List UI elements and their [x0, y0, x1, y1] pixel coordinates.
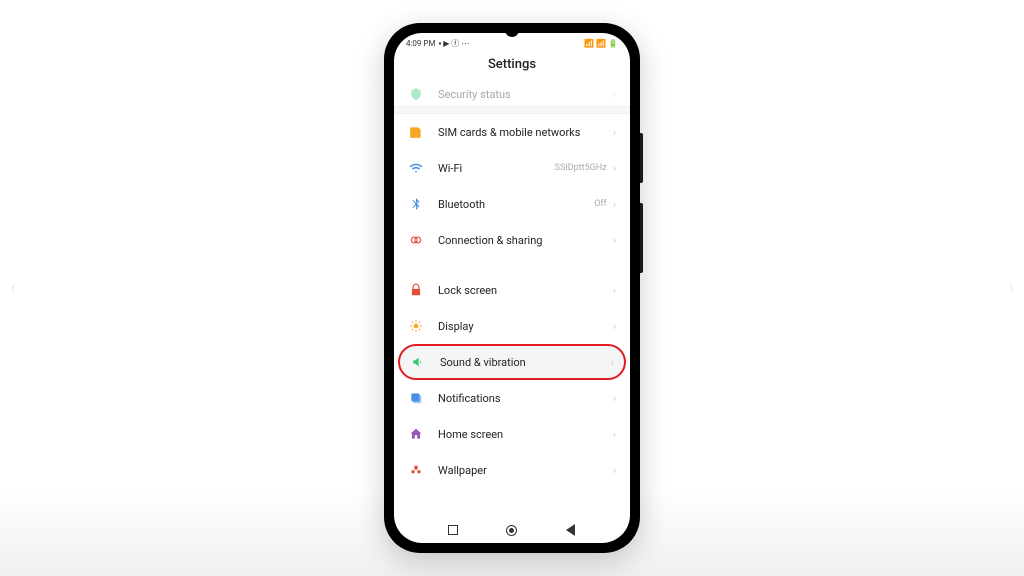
chevron-right-icon: › — [613, 234, 616, 247]
wifi-icon — [408, 160, 424, 176]
android-nav-bar — [394, 515, 630, 543]
phone-frame: 4:09 PM ▪ ▶ ⓕ ⋯ 📶 📶 🔋 Settings Security … — [384, 23, 640, 553]
chevron-right-icon: › — [613, 88, 616, 101]
settings-item-label: Wi-Fi — [438, 162, 555, 175]
settings-list[interactable]: Security status › SIM cards & mobile net… — [394, 82, 630, 515]
settings-item-label: Connection & sharing — [438, 234, 613, 247]
settings-item-bluetooth[interactable]: BluetoothOff › — [394, 186, 630, 222]
status-time: 4:09 PM — [406, 39, 435, 48]
back-button[interactable] — [564, 523, 578, 537]
settings-item-security-status[interactable]: Security status › — [394, 82, 630, 106]
settings-item-wi-fi[interactable]: Wi-FiSSIDptt5GHz › — [394, 150, 630, 186]
sound-icon — [410, 354, 426, 370]
settings-item-label: Bluetooth — [438, 198, 594, 211]
lock-icon — [408, 282, 424, 298]
chevron-right-icon: › — [613, 428, 616, 441]
settings-item-sim-cards-mobile-networks[interactable]: SIM cards & mobile networks› — [394, 114, 630, 150]
chevron-right-icon: › — [613, 198, 616, 211]
settings-item-sound-vibration[interactable]: Sound & vibration› — [398, 344, 626, 380]
settings-item-wallpaper[interactable]: Wallpaper› — [394, 452, 630, 488]
chevron-right-icon: › — [613, 162, 616, 175]
recent-apps-button[interactable] — [446, 523, 460, 537]
phone-screen: 4:09 PM ▪ ▶ ⓕ ⋯ 📶 📶 🔋 Settings Security … — [394, 33, 630, 543]
chevron-right-icon: › — [611, 356, 614, 369]
connection-icon — [408, 232, 424, 248]
settings-item-label: Security status — [438, 88, 613, 101]
chevron-right-icon: › — [613, 320, 616, 333]
settings-item-value: SSIDptt5GHz — [555, 163, 607, 173]
settings-item-value: Off — [594, 199, 606, 209]
phone-side-button-1 — [640, 133, 643, 183]
chevron-right-icon: › — [613, 126, 616, 139]
chevron-right-icon: › — [613, 392, 616, 405]
settings-item-label: Notifications — [438, 392, 613, 405]
settings-item-display[interactable]: Display› — [394, 308, 630, 344]
chevron-right-icon: › — [613, 464, 616, 477]
settings-item-label: Sound & vibration — [440, 356, 611, 369]
settings-item-connection-sharing[interactable]: Connection & sharing› — [394, 222, 630, 258]
page-title: Settings — [394, 51, 630, 82]
phone-side-button-2 — [640, 203, 643, 273]
section-divider — [394, 106, 630, 114]
section-gap — [394, 258, 630, 272]
status-icons-left: ▪ ▶ ⓕ ⋯ — [438, 38, 469, 49]
shield-icon — [408, 86, 424, 102]
carousel-next[interactable]: › — [1009, 278, 1014, 299]
wallpaper-icon — [408, 462, 424, 478]
settings-item-label: SIM cards & mobile networks — [438, 126, 613, 139]
phone-notch — [505, 23, 519, 37]
display-icon — [408, 318, 424, 334]
sim-icon — [408, 124, 424, 140]
settings-item-label: Display — [438, 320, 613, 333]
home-icon — [408, 426, 424, 442]
settings-item-home-screen[interactable]: Home screen› — [394, 416, 630, 452]
carousel-prev[interactable]: ‹ — [10, 278, 15, 299]
settings-item-lock-screen[interactable]: Lock screen› — [394, 272, 630, 308]
status-icons-right: 📶 📶 🔋 — [584, 39, 618, 48]
settings-item-label: Lock screen — [438, 284, 613, 297]
notifications-icon — [408, 390, 424, 406]
settings-item-label: Wallpaper — [438, 464, 613, 477]
bluetooth-icon — [408, 196, 424, 212]
settings-item-label: Home screen — [438, 428, 613, 441]
chevron-right-icon: › — [613, 284, 616, 297]
settings-item-notifications[interactable]: Notifications› — [394, 380, 630, 416]
home-button[interactable] — [505, 523, 519, 537]
